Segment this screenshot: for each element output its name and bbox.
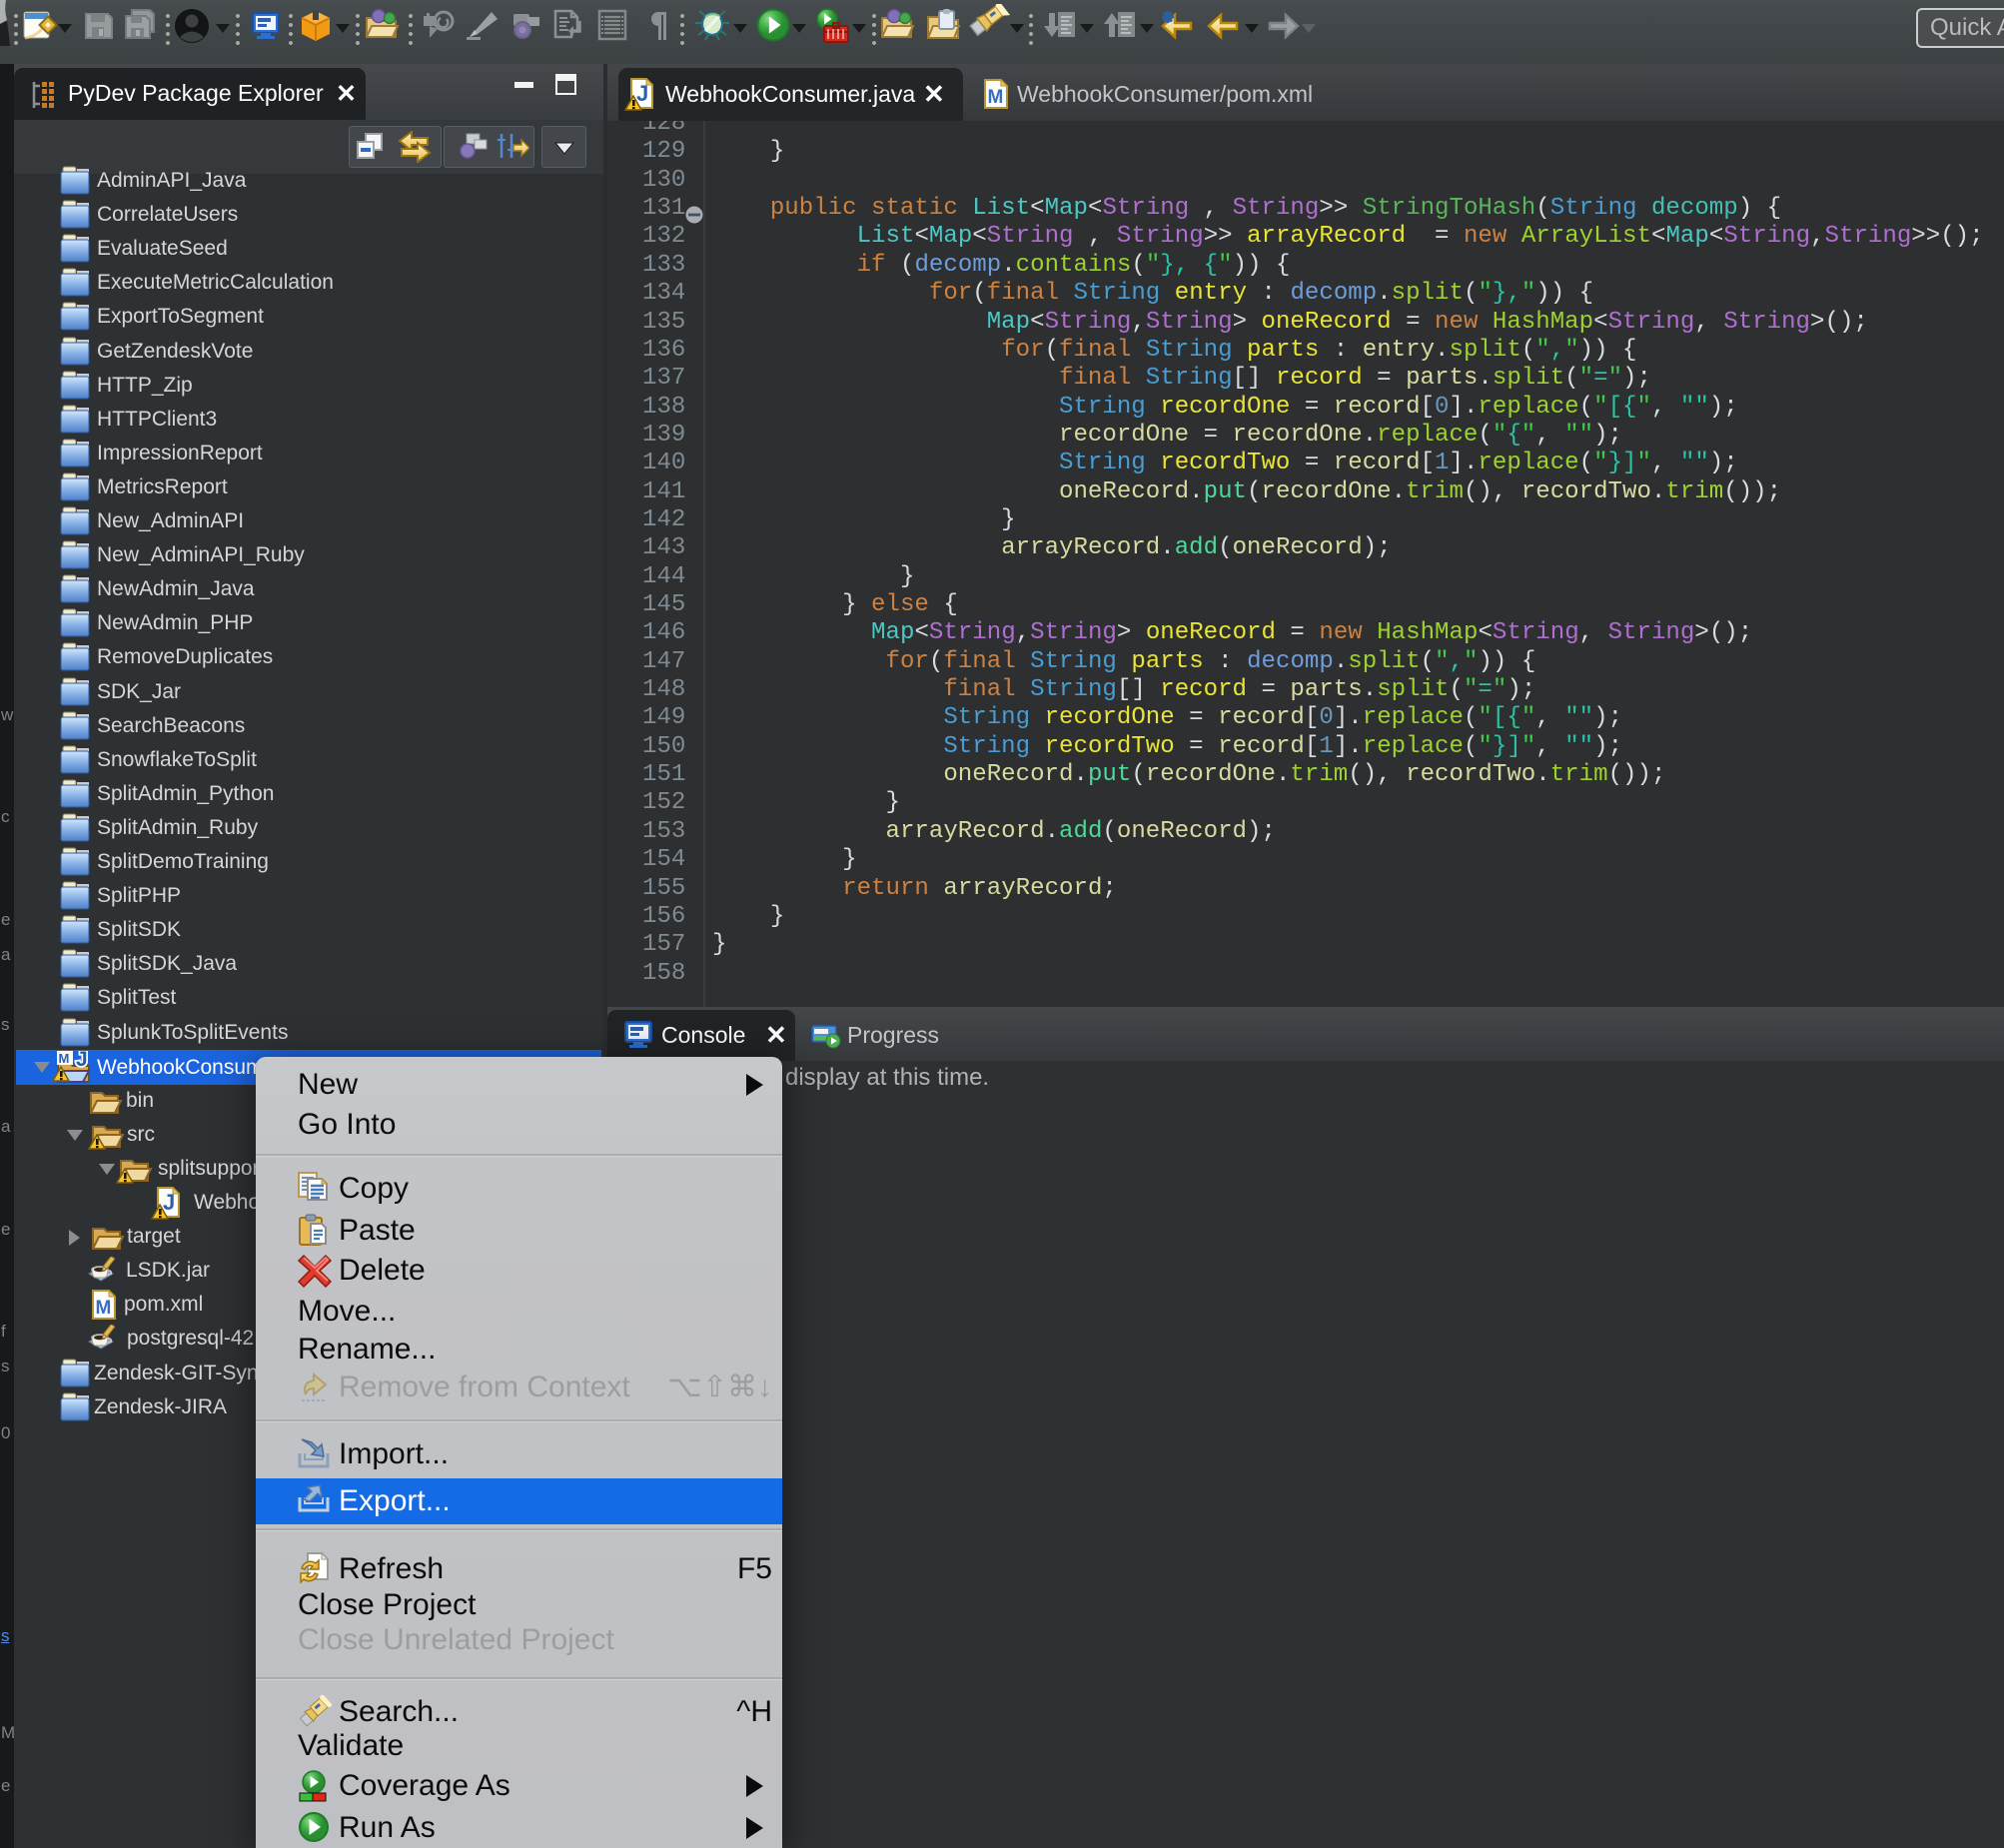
svg-text:M: M xyxy=(96,1298,112,1319)
svg-text:M: M xyxy=(59,1051,70,1066)
svg-text:J: J xyxy=(76,1051,88,1071)
svg-text:M: M xyxy=(988,87,1004,108)
